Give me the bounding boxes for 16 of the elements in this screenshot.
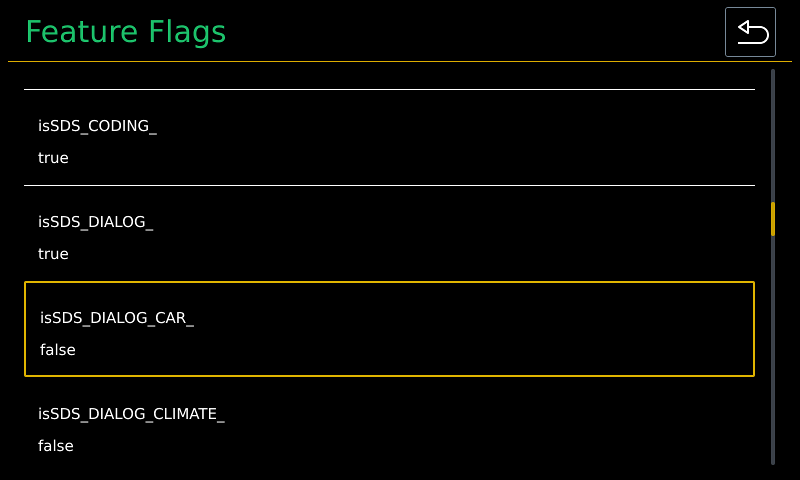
flag-value: false: [38, 436, 75, 457]
flag-value: false: [40, 340, 77, 361]
flag-item[interactable]: isSDS_DIALOG_CAR_ false: [24, 281, 755, 377]
flag-item[interactable]: isSDS_DIALOG_ true: [24, 185, 755, 281]
flag-value: true: [38, 244, 70, 265]
flag-item[interactable]: isSDS_CODING_ true: [24, 89, 755, 185]
scrollbar-thumb[interactable]: [771, 202, 775, 236]
page-title: Feature Flags: [25, 14, 227, 50]
flag-name: isSDS_DIALOG_CAR_: [40, 308, 195, 329]
flag-item[interactable]: isSDS_DIALOG_CLIMATE_ false: [24, 377, 755, 473]
flag-name: isSDS_DIALOG_: [38, 212, 154, 233]
flag-name: isSDS_CODING_: [38, 116, 158, 137]
flag-name: isSDS_DIALOG_CLIMATE_: [38, 404, 226, 425]
flag-value: true: [38, 148, 70, 169]
back-button[interactable]: [725, 6, 776, 56]
scrollbar[interactable]: [771, 69, 775, 465]
